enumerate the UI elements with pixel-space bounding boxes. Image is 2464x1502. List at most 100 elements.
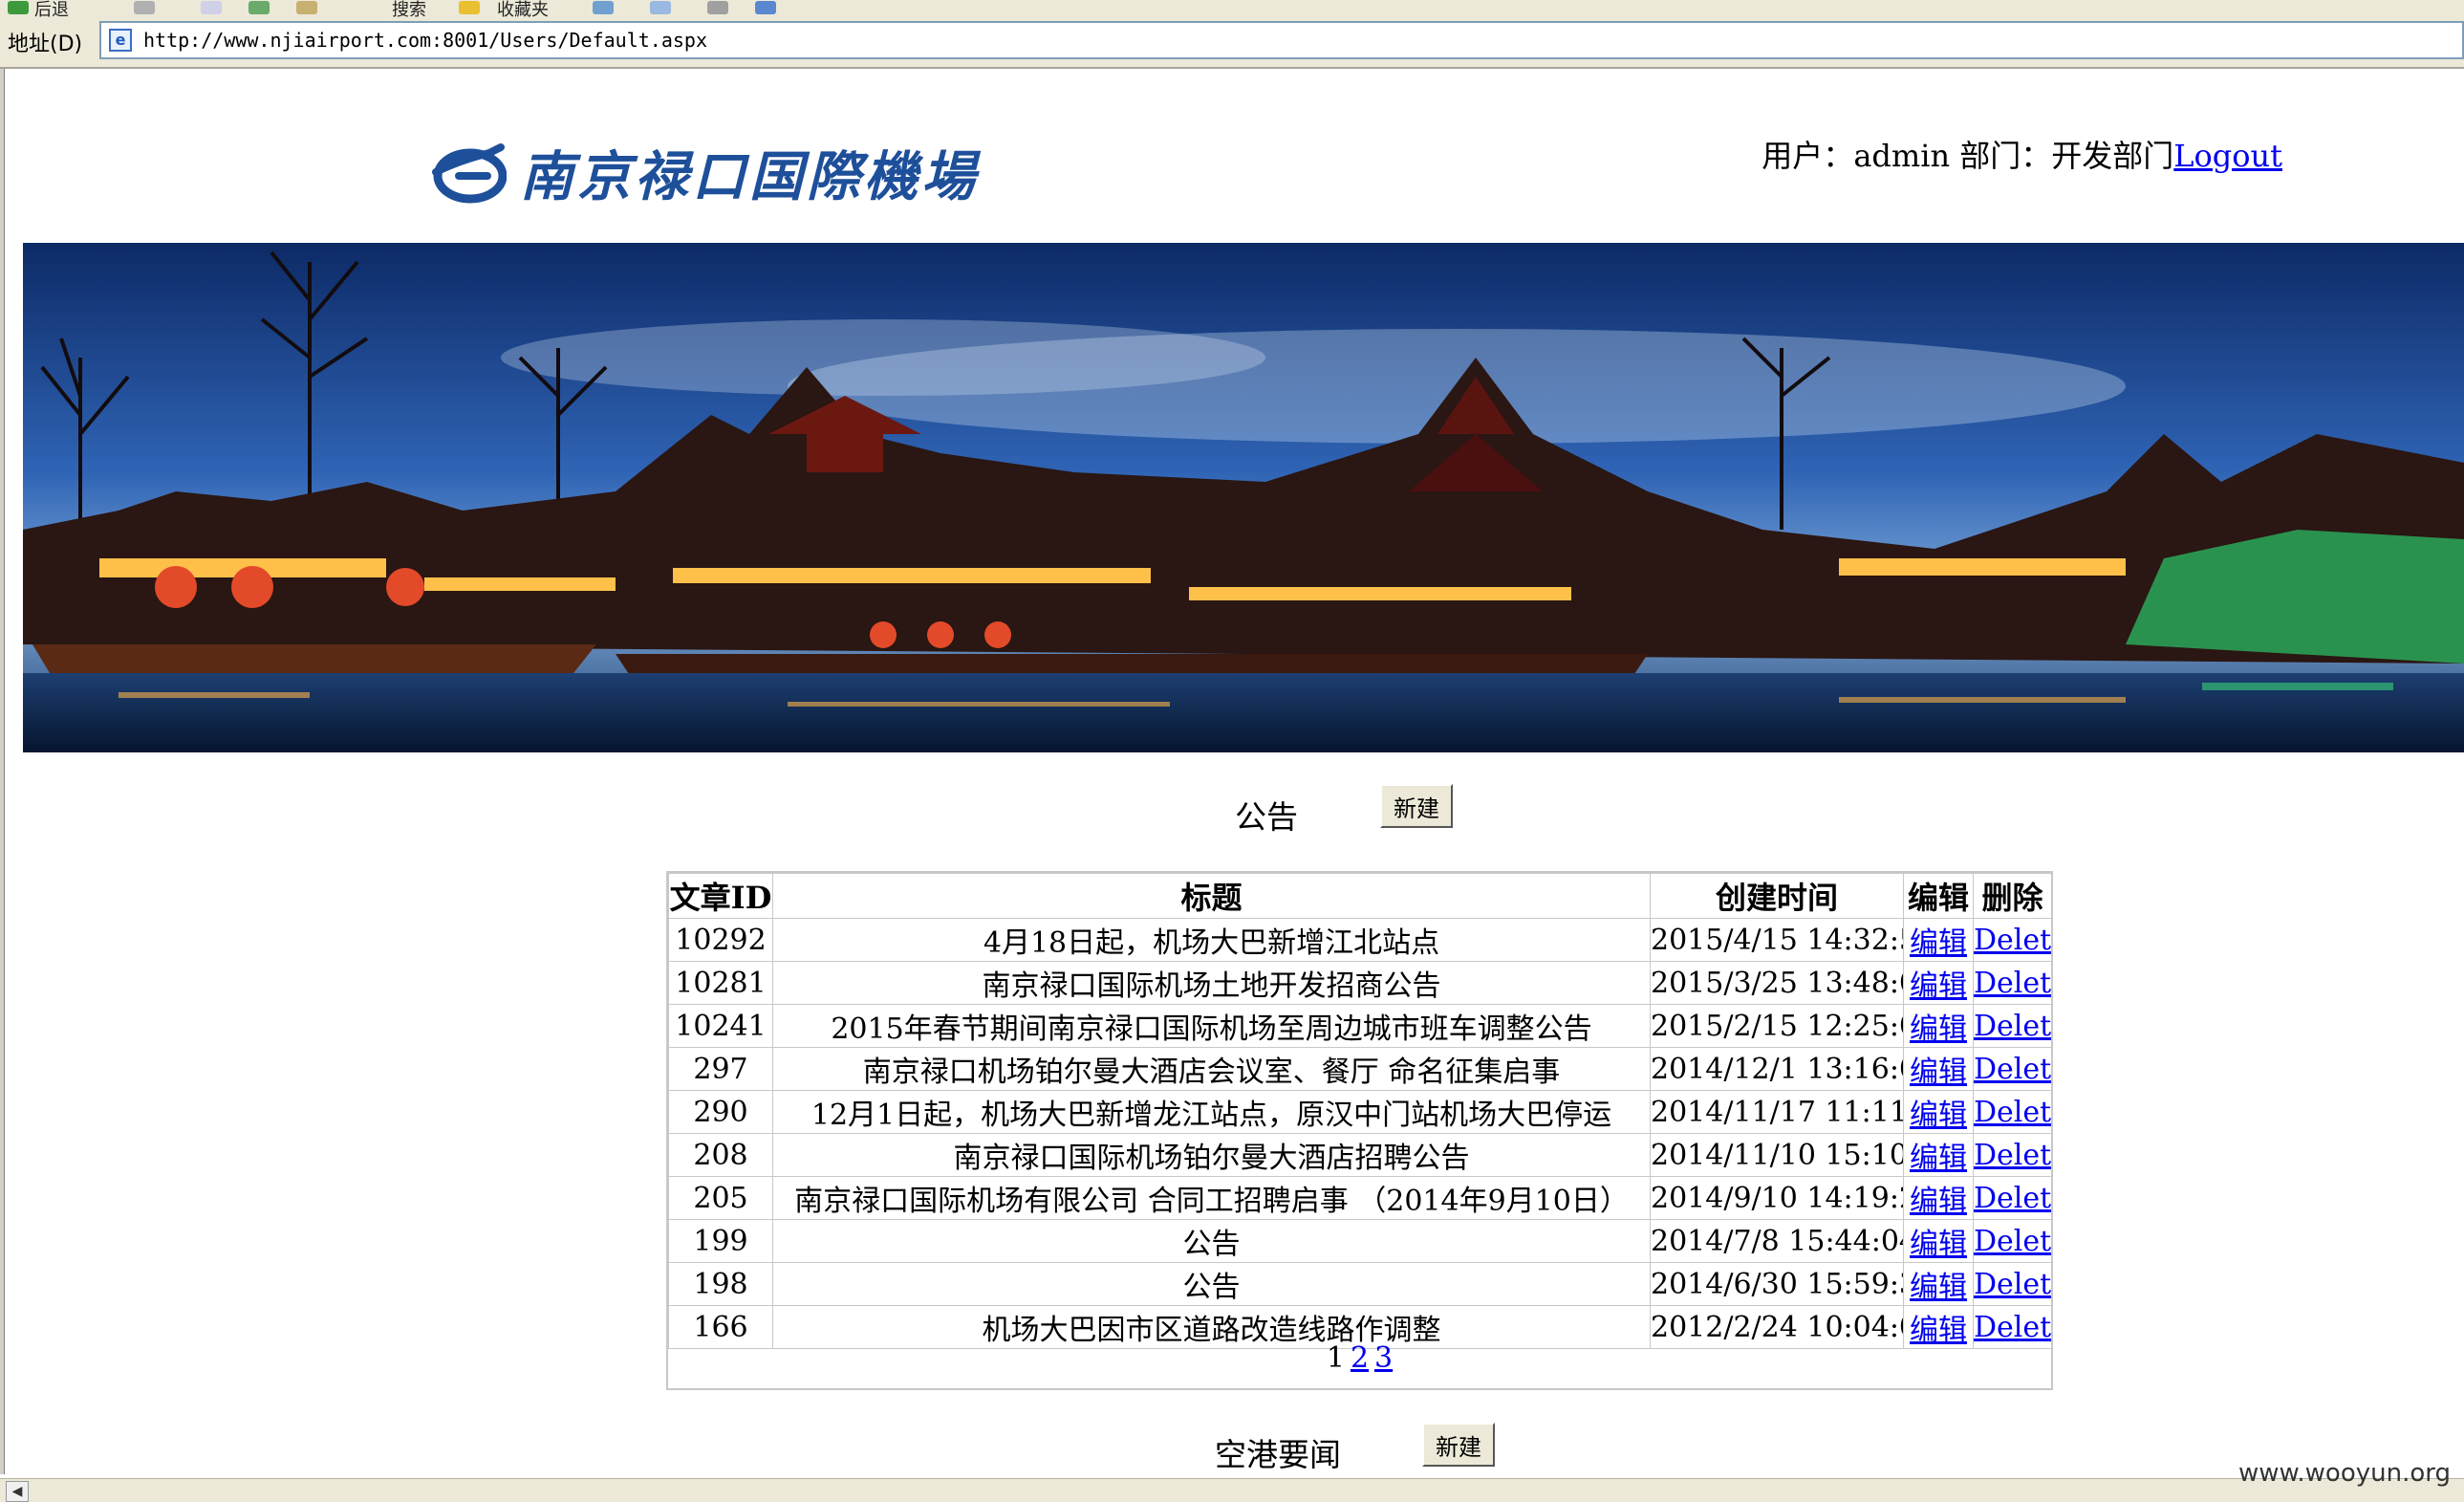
table-row: 10281南京禄口国际机场土地开发招商公告2015/3/25 13:48:09编… [668,961,2052,1005]
window-left-border [0,69,5,1474]
delete-link-cell: Delete [1973,1219,2052,1263]
browser-toolbar: 后退 搜索 收藏夹 [0,0,2464,18]
logout-link[interactable]: Logout [2173,138,2282,174]
edit-link[interactable]: 编辑 [1910,1142,1967,1175]
edit-link[interactable]: 编辑 [1910,1056,1967,1089]
stop-icon[interactable] [201,1,222,14]
cell-id: 205 [668,1176,773,1220]
delete-link[interactable]: Delete [1975,1010,2051,1043]
toolbar-back-label[interactable]: 后退 [34,0,69,17]
favorites-icon[interactable] [459,1,480,14]
delete-link[interactable]: Delete [1975,1182,2051,1215]
mail-icon[interactable] [650,1,671,14]
cell-title: 2015年春节期间南京禄口国际机场至周边城市班车调整公告 [772,1004,1651,1048]
watermark: www.wooyun.org [2237,1459,2451,1488]
edit-icon[interactable] [755,1,776,14]
cell-title: 公告 [772,1219,1651,1263]
cell-created: 2015/4/15 14:32:55 [1650,918,1904,962]
edit-link-cell: 编辑 [1903,1176,1974,1220]
delete-link[interactable]: Delete [1975,1096,2051,1129]
history-icon[interactable] [593,1,614,14]
horizontal-scrollbar[interactable]: ◀ [0,1478,2464,1502]
table-row: 198公告2014/6/30 15:59:33编辑Delete [668,1262,2052,1306]
cell-created: 2014/9/10 14:19:26 [1650,1176,1904,1220]
edit-link-cell: 编辑 [1903,1047,1974,1091]
refresh-icon[interactable] [249,1,270,14]
cell-created: 2014/7/8 15:44:04 [1650,1219,1904,1263]
cell-title: 12月1日起，机场大巴新增龙江站点，原汉中门站机场大巴停运 [772,1090,1651,1134]
cell-id: 10292 [668,918,773,962]
delete-link[interactable]: Delete [1975,1053,2051,1086]
cell-title: 南京禄口国际机场土地开发招商公告 [772,961,1651,1005]
column-header-title: 标题 [772,873,1651,919]
edit-link-cell: 编辑 [1903,1133,1974,1177]
delete-link[interactable]: Delete [1975,1268,2051,1301]
page-icon: e [109,29,132,52]
edit-link[interactable]: 编辑 [1910,1185,1967,1218]
airport-logo-icon [432,143,507,204]
news-new-button[interactable]: 新建 [1422,1423,1495,1467]
address-url[interactable]: http://www.njiairport.com:8001/Users/Def… [143,29,707,52]
delete-link-cell: Delete [1973,1262,2052,1306]
cell-id: 10281 [668,961,773,1005]
delete-link-cell: Delete [1973,1176,2052,1220]
dept-prefix: 部门： [1950,138,2052,174]
cell-id: 297 [668,1047,773,1091]
scroll-left-icon[interactable]: ◀ [6,1481,29,1502]
edit-link[interactable]: 编辑 [1910,1012,1967,1046]
address-input[interactable]: e http://www.njiairport.com:8001/Users/D… [99,21,2464,59]
delete-link[interactable]: Delete [1975,967,2051,1000]
address-bar: 地址(D) e http://www.njiairport.com:8001/U… [0,17,2464,69]
forward-icon[interactable] [134,1,155,14]
table-row: 290 12月1日起，机场大巴新增龙江站点，原汉中门站机场大巴停运 2014/11/… [668,1090,2052,1134]
cell-title: 南京禄口国际机场有限公司 合同工招聘启事 （2014年9月10日） [772,1176,1651,1220]
toolbar-favorites-label[interactable]: 收藏夹 [497,0,549,17]
pager-current: 1 [1326,1341,1345,1375]
delete-link-cell: Delete [1973,1090,2052,1134]
edit-link[interactable]: 编辑 [1910,1228,1967,1261]
pager-link-3[interactable]: 3 [1374,1341,1393,1375]
table-row: 297 南京禄口机场铂尔曼大酒店会议室、餐厅 命名征集启事 2014/12/1 13… [668,1047,2052,1091]
cell-title: 南京禄口机场铂尔曼大酒店会议室、餐厅 命名征集启事 [772,1047,1651,1091]
delete-link[interactable]: Delete [1975,924,2051,957]
edit-link[interactable]: 编辑 [1910,969,1967,1003]
cell-title: 南京禄口国际机场铂尔曼大酒店招聘公告 [772,1133,1651,1177]
delete-link[interactable]: Delete [1975,1311,2051,1344]
edit-link-cell: 编辑 [1903,1090,1974,1134]
user-prefix: 用户： [1762,138,1854,174]
dept-name: 开发部门 [2051,138,2174,174]
edit-link-cell: 编辑 [1903,961,1974,1005]
edit-link[interactable]: 编辑 [1910,1099,1967,1132]
table-row: 102924月18日起，机场大巴新增江北站点2015/4/15 14:32:55… [668,918,2052,962]
cell-created: 2014/12/1 13:16:09 [1650,1047,1904,1091]
edit-link[interactable]: 编辑 [1910,1271,1967,1304]
cell-title: 4月18日起，机场大巴新增江北站点 [772,918,1651,962]
table-row: 205 南京禄口国际机场有限公司 合同工招聘启事 （2014年9月10日） 2014… [668,1176,2052,1220]
print-icon[interactable] [707,1,728,14]
home-icon[interactable] [296,1,317,14]
cell-id: 290 [668,1090,773,1134]
delete-link-cell: Delete [1973,1047,2052,1091]
user-info: 用户：admin 部门：开发部门Logout [1762,132,2282,176]
delete-link-cell: Delete [1973,1133,2052,1177]
toolbar-search-label[interactable]: 搜索 [392,0,426,17]
pager-link-2[interactable]: 2 [1351,1341,1369,1375]
delete-link[interactable]: Delete [1975,1225,2051,1258]
column-header-edit: 编辑 [1903,873,1974,919]
edit-link[interactable]: 编辑 [1910,926,1967,960]
edit-link-cell: 编辑 [1903,1262,1974,1306]
notice-section-title: 公告 [1235,798,1298,836]
cell-created: 2014/6/30 15:59:33 [1650,1262,1904,1306]
column-header-delete: 删除 [1973,873,2052,919]
back-icon[interactable] [8,1,29,14]
column-header-id: 文章ID [668,873,773,919]
cell-created: 2014/11/10 15:10:14 [1650,1133,1904,1177]
notice-new-button[interactable]: 新建 [1380,784,1453,828]
delete-link[interactable]: Delete [1975,1139,2051,1172]
user-name: admin [1853,138,1951,174]
delete-link-cell: Delete [1973,961,2052,1005]
edit-link-cell: 编辑 [1903,1004,1974,1048]
airport-logo: 南京禄口国際機場 [430,134,979,210]
pager: 123 [668,1341,2051,1375]
cell-id: 10241 [668,1004,773,1048]
